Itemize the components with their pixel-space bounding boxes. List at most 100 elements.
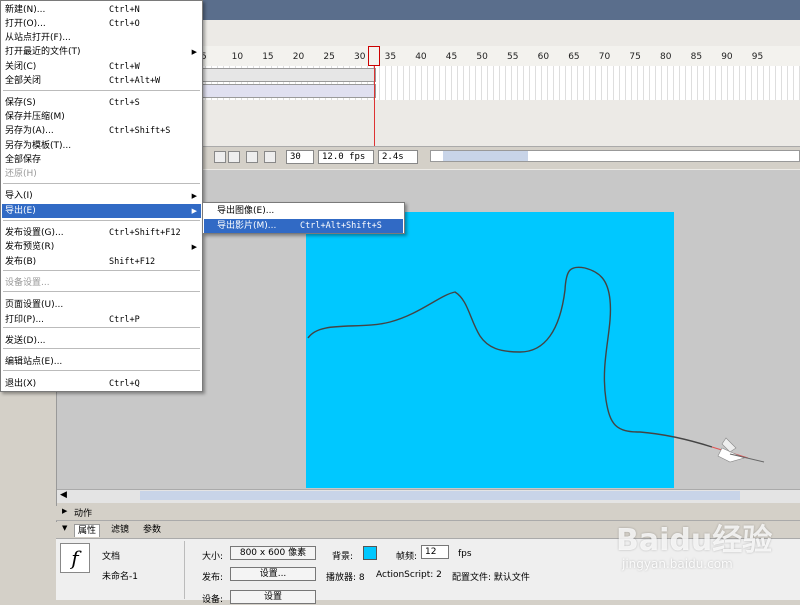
menu-item-label: 页面设置(U)...: [5, 300, 64, 310]
doc-type: 文档: [102, 552, 121, 562]
menu-item-import[interactable]: 导入(I) ▶: [2, 189, 201, 203]
menu-item-label: 打印(P)...: [5, 315, 45, 325]
menu-item-publish[interactable]: 发布(B) Shift+F12: [2, 255, 201, 269]
menu-item-shortcut: Ctrl+S: [109, 98, 140, 108]
collapse-arrow-icon[interactable]: ▼: [62, 524, 67, 532]
menu-separator: [3, 270, 200, 271]
menu-item-open-recent[interactable]: 打开最近的文件(T) ▶: [2, 45, 201, 59]
submenu-arrow-icon: ▶: [191, 48, 197, 56]
file-menu: 新建(N)... Ctrl+N 打开(O)... Ctrl+O 从站点打开(F)... 打…: [0, 0, 203, 392]
layer-row[interactable]: [200, 68, 376, 82]
menu-item-label: 打开最近的文件(T): [5, 47, 81, 57]
menu-item-label: 导入(I): [5, 191, 33, 201]
menu-item-label: 发布(B): [5, 257, 37, 267]
device-settings-button[interactable]: 设置: [230, 590, 316, 604]
tab-properties[interactable]: 属性: [74, 524, 101, 537]
menu-item-save-as-template[interactable]: 另存为模板(T)...: [2, 139, 201, 153]
background-color-swatch[interactable]: [363, 546, 377, 560]
menu-separator: [3, 291, 200, 292]
menu-item-save-and-compact[interactable]: 保存并压缩(M): [2, 110, 201, 124]
menu-item-shortcut: Ctrl+Shift+F12: [109, 228, 181, 238]
layer-row-selected[interactable]: [200, 84, 376, 98]
watermark-url: jingyan.baidu.com: [622, 557, 733, 571]
timeline-scroll-thumb[interactable]: [443, 151, 528, 161]
ruler-tick: 65: [568, 52, 580, 62]
stage[interactable]: [306, 212, 674, 488]
menu-item-new[interactable]: 新建(N)... Ctrl+N: [2, 3, 201, 17]
menu-item-label: 保存(S): [5, 98, 36, 108]
onion-outline-icon[interactable]: [246, 151, 258, 163]
device-label: 设备:: [202, 595, 224, 605]
menu-item-label: 保存并压缩(M): [5, 112, 65, 122]
ruler-tick: 45: [445, 52, 458, 62]
menu-item-shortcut: Ctrl+N: [109, 5, 140, 15]
publish-label: 发布:: [202, 573, 224, 583]
background-label: 背景:: [332, 552, 354, 562]
menu-item-shortcut: Ctrl+O: [109, 19, 140, 29]
stage-scroll-thumb[interactable]: [140, 491, 740, 500]
menu-separator: [3, 183, 200, 184]
menu-item-export[interactable]: 导出(E) ▶: [2, 204, 201, 218]
size-label: 大小:: [202, 552, 224, 562]
submenu-arrow-icon: ▶: [191, 243, 197, 251]
menu-item-exit[interactable]: 退出(X) Ctrl+Q: [2, 377, 201, 391]
menu-item-label: 打开(O)...: [5, 19, 46, 29]
menu-item-label: 编辑站点(E)...: [5, 357, 63, 367]
fps-input[interactable]: 12: [421, 545, 449, 559]
edit-frames-icon[interactable]: [264, 151, 276, 163]
size-button[interactable]: 800 x 600 像素: [230, 546, 316, 560]
menu-separator: [3, 348, 200, 349]
menu-item-device-settings: 设备设置...: [2, 276, 201, 290]
menu-item-save-all[interactable]: 全部保存: [2, 153, 201, 167]
submenu-arrow-icon: ▶: [191, 192, 197, 200]
submenu-item-export-image[interactable]: 导出图像(E)...: [204, 204, 403, 218]
center-frame-icon[interactable]: [214, 151, 226, 163]
menu-item-label: 另存为(A)...: [5, 126, 54, 136]
tab-filters[interactable]: 滤镜: [108, 524, 132, 536]
menu-item-send[interactable]: 发送(D)...: [2, 334, 201, 348]
frame-rate: 12.0 fps: [318, 150, 374, 164]
menu-item-edit-sites[interactable]: 编辑站点(E)...: [2, 355, 201, 369]
player-version: 播放器: 8: [326, 573, 365, 583]
menu-item-open[interactable]: 打开(O)... Ctrl+O: [2, 17, 201, 31]
actions-label: 动作: [74, 509, 93, 519]
submenu-item-shortcut: Ctrl+Alt+Shift+S: [300, 221, 382, 231]
submenu-arrow-icon: ▶: [191, 207, 197, 215]
timeline-ruler[interactable]: 5 10 15 20 25 30 35 40 45 50 55 60 65 70 75 80 85 90 95: [200, 46, 800, 67]
menu-item-label: 从站点打开(F)...: [5, 33, 71, 43]
submenu-item-label: 导出影片(M)...: [217, 221, 277, 231]
tab-parameters[interactable]: 参数: [140, 524, 164, 536]
menu-item-revert: 还原(H): [2, 167, 201, 181]
menu-item-close-all[interactable]: 全部关闭 Ctrl+Alt+W: [2, 74, 201, 88]
menu-separator: [3, 327, 200, 328]
menu-item-open-from-site[interactable]: 从站点打开(F)...: [2, 31, 201, 45]
ruler-tick: 80: [660, 52, 672, 62]
menu-item-close[interactable]: 关闭(C) Ctrl+W: [2, 60, 201, 74]
menu-item-label: 发布设置(G)...: [5, 228, 64, 238]
expand-arrow-icon: ▶: [62, 507, 68, 515]
menu-item-label: 新建(N)...: [5, 5, 46, 15]
menu-item-save-as[interactable]: 另存为(A)... Ctrl+Shift+S: [2, 124, 201, 138]
submenu-item-export-movie[interactable]: 导出影片(M)... Ctrl+Alt+Shift+S: [204, 219, 403, 233]
menu-item-label: 退出(X): [5, 379, 37, 389]
menu-item-label: 设备设置...: [5, 278, 50, 288]
menu-item-label: 发送(D)...: [5, 336, 46, 346]
menu-item-label: 发布预览(R): [5, 242, 55, 252]
scroll-left-icon[interactable]: ◀: [60, 490, 67, 500]
ruler-tick: 10: [231, 52, 244, 62]
menu-item-print[interactable]: 打印(P)... Ctrl+P: [2, 313, 201, 327]
menu-item-publish-settings[interactable]: 发布设置(G)... Ctrl+Shift+F12: [2, 226, 201, 240]
menu-item-shortcut: Ctrl+Q: [109, 379, 140, 389]
menu-item-publish-preview[interactable]: 发布预览(R) ▶: [2, 240, 201, 254]
menu-item-label: 另存为模板(T)...: [5, 141, 72, 151]
menu-item-shortcut: Ctrl+Alt+W: [109, 76, 161, 86]
menu-item-save[interactable]: 保存(S) Ctrl+S: [2, 96, 201, 110]
menu-item-label: 全部关闭: [5, 76, 42, 86]
ruler-tick: 20: [292, 52, 305, 62]
onion-skin-icon[interactable]: [228, 151, 240, 163]
menu-item-page-setup[interactable]: 页面设置(U)...: [2, 298, 201, 312]
menu-separator: [3, 370, 200, 371]
menu-separator: [3, 90, 200, 91]
playhead-handle[interactable]: [368, 46, 380, 66]
publish-settings-button[interactable]: 设置...: [230, 567, 316, 581]
